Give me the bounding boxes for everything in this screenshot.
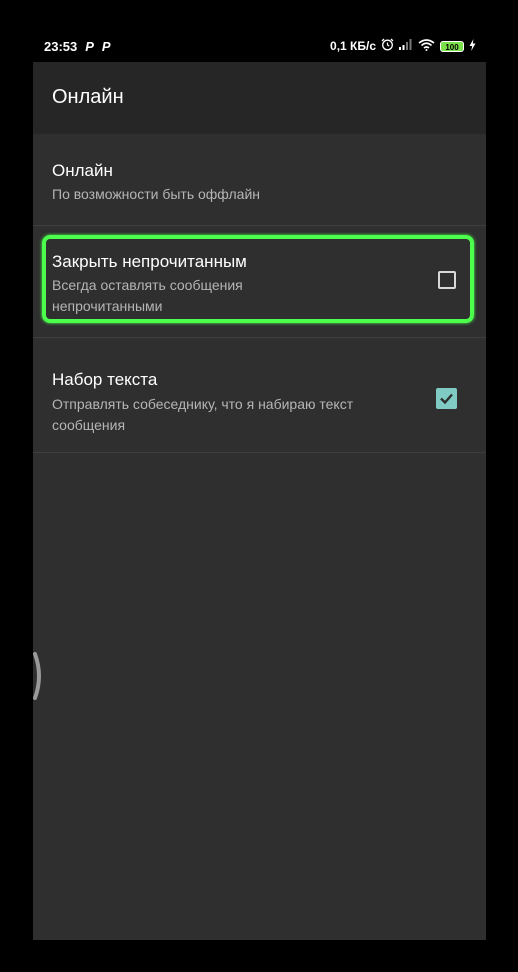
setting-title: Закрыть непрочитанным <box>52 252 247 271</box>
notification-p-icon: P <box>85 39 94 54</box>
status-left: 23:53 P P <box>44 39 111 54</box>
charging-icon <box>469 38 476 54</box>
setting-subtitle: Всегда оставлять сообщения непрочитанным… <box>52 277 243 314</box>
status-bar: 23:53 P P 0,1 КБ/с 100 <box>33 32 486 62</box>
battery-icon: 100 <box>440 40 464 52</box>
notification-p-icon: P <box>101 39 111 54</box>
alarm-icon <box>381 38 394 54</box>
signal-icon <box>399 39 413 53</box>
status-right: 0,1 КБ/с 100 <box>330 38 476 54</box>
network-speed: 0,1 КБ/с <box>330 39 376 53</box>
setting-close-unread[interactable]: Закрыть непрочитанным Всегда оставлять с… <box>33 226 486 338</box>
toolbar: Онлайн <box>33 62 486 134</box>
phone-screen: 23:53 P P 0,1 КБ/с 100 Онлайн Онлайн По … <box>33 32 486 940</box>
typing-checkbox[interactable] <box>436 388 457 409</box>
wifi-icon <box>418 38 435 54</box>
back-gesture-handle-icon[interactable] <box>33 652 45 700</box>
setting-title: Онлайн <box>52 161 113 180</box>
setting-subtitle: Отправлять собеседнику, что я набираю те… <box>52 396 354 433</box>
status-time: 23:53 <box>44 39 78 54</box>
page-title: Онлайн <box>52 86 124 108</box>
setting-title: Набор текста <box>52 370 158 389</box>
check-icon <box>440 393 453 405</box>
close-unread-checkbox[interactable] <box>438 271 456 289</box>
setting-online[interactable]: Онлайн По возможности быть оффлайн <box>33 134 486 226</box>
setting-subtitle: По возможности быть оффлайн <box>52 186 261 202</box>
setting-typing[interactable]: Набор текста Отправлять собеседнику, что… <box>33 338 486 453</box>
